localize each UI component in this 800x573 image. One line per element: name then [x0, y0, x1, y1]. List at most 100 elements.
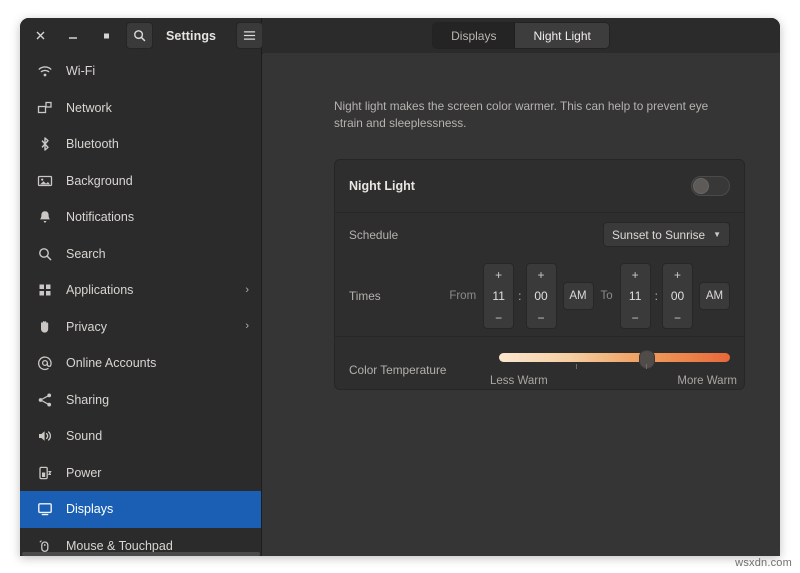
panel-description: Night light makes the screen color warme… [334, 98, 738, 132]
sidebar-item-wifi[interactable]: Wi-Fi [20, 53, 261, 90]
less-warm-label: Less Warm [490, 375, 548, 387]
sidebar-item-label: Privacy [66, 320, 245, 334]
sidebar-item-displays[interactable]: Displays [20, 491, 261, 528]
search-icon [133, 29, 146, 42]
to-hour-increment-button[interactable]: + [621, 264, 650, 285]
header-left-section: Settings [20, 18, 262, 53]
to-label: To [601, 290, 613, 302]
sidebar-item-label: Background [66, 174, 249, 188]
maximize-window-button[interactable] [92, 23, 120, 49]
schedule-label: Schedule [349, 228, 398, 242]
to-minute-spinner[interactable]: + 00 − [662, 263, 693, 329]
sidebar-item-label: Sharing [66, 393, 249, 407]
sidebar-item-sound[interactable]: Sound [20, 418, 261, 455]
sidebar-item-label: Search [66, 247, 249, 261]
sidebar-item-applications[interactable]: Applications › [20, 272, 261, 309]
settings-sidebar[interactable]: Wi-Fi Network Bluetooth [20, 53, 262, 556]
to-hour-spinner[interactable]: + 11 − [620, 263, 651, 329]
sidebar-item-label: Online Accounts [66, 356, 249, 370]
maximize-icon [102, 31, 111, 40]
bell-icon [36, 208, 54, 226]
sidebar-item-label: Bluetooth [66, 137, 249, 151]
chevron-right-icon: › [245, 321, 249, 332]
from-hour-spinner[interactable]: + 11 − [483, 263, 514, 329]
sidebar-item-notifications[interactable]: Notifications [20, 199, 261, 236]
search-icon [36, 245, 54, 263]
sidebar-item-label: Power [66, 466, 249, 480]
sidebar-item-label: Displays [66, 502, 249, 516]
window-title: Settings [166, 29, 216, 43]
grid-apps-icon [36, 281, 54, 299]
from-minute-decrement-button[interactable]: − [527, 307, 556, 328]
sidebar-item-label: Applications [66, 283, 245, 297]
image-icon [36, 172, 54, 190]
sidebar-item-power[interactable]: Power [20, 455, 261, 492]
slider-tick-mid [576, 364, 577, 369]
to-hour-value[interactable]: 11 [621, 285, 650, 307]
toggle-knob [693, 178, 709, 194]
chevron-down-icon: ▼ [713, 231, 721, 239]
sidebar-item-background[interactable]: Background [20, 163, 261, 200]
night-light-settings-card: Night Light Schedule Sunset to Sunrise ▼ [334, 159, 745, 390]
schedule-selected-value: Sunset to Sunrise [612, 228, 705, 242]
night-light-label: Night Light [349, 179, 415, 193]
sidebar-item-label: Notifications [66, 210, 249, 224]
at-sign-icon [36, 354, 54, 372]
bluetooth-icon [36, 135, 54, 153]
from-minute-value[interactable]: 00 [527, 285, 556, 307]
slider-handle[interactable] [640, 351, 654, 368]
to-minute-increment-button[interactable]: + [663, 264, 692, 285]
window-header-bar: Settings Displays Night Light [20, 18, 780, 54]
view-switcher: Displays Night Light [432, 22, 610, 49]
sidebar-item-bluetooth[interactable]: Bluetooth [20, 126, 261, 163]
sidebar-item-network[interactable]: Network [20, 90, 261, 127]
minimize-window-button[interactable] [59, 23, 87, 49]
sidebar-scrollbar[interactable] [22, 552, 260, 556]
from-hour-value[interactable]: 11 [484, 285, 513, 307]
sidebar-item-label: Network [66, 101, 249, 115]
more-warm-label: More Warm [677, 375, 737, 387]
to-minute-value[interactable]: 00 [663, 285, 692, 307]
from-ampm-button[interactable]: AM [563, 282, 594, 310]
settings-window: Settings Displays Night Light [20, 18, 780, 556]
to-time-colon: : [655, 289, 658, 303]
slider-tick-current [646, 364, 647, 369]
share-icon [36, 391, 54, 409]
sidebar-item-label: Mouse & Touchpad [66, 539, 249, 553]
night-light-toggle[interactable] [691, 176, 730, 196]
hand-icon [36, 318, 54, 336]
tab-displays[interactable]: Displays [433, 23, 514, 48]
speaker-icon [36, 427, 54, 445]
sidebar-item-search[interactable]: Search [20, 236, 261, 273]
color-temperature-slider[interactable] [499, 353, 730, 362]
from-minute-spinner[interactable]: + 00 − [526, 263, 557, 329]
to-minute-decrement-button[interactable]: − [663, 307, 692, 328]
main-menu-button[interactable] [236, 22, 263, 49]
from-hour-decrement-button[interactable]: − [484, 307, 513, 328]
search-button[interactable] [126, 22, 153, 49]
night-light-row: Night Light [335, 160, 744, 212]
schedule-dropdown[interactable]: Sunset to Sunrise ▼ [603, 222, 730, 247]
tab-night-light[interactable]: Night Light [515, 23, 608, 48]
battery-icon [36, 464, 54, 482]
sidebar-item-privacy[interactable]: Privacy › [20, 309, 261, 346]
sidebar-item-online-accounts[interactable]: Online Accounts [20, 345, 261, 382]
header-right-section: Displays Night Light [262, 18, 780, 53]
color-temperature-label: Color Temperature [349, 363, 446, 377]
schedule-row: Schedule Sunset to Sunrise ▼ [335, 213, 744, 256]
to-hour-decrement-button[interactable]: − [621, 307, 650, 328]
screen-root: Settings Displays Night Light [0, 0, 800, 573]
network-icon [36, 99, 54, 117]
slider-captions: Less Warm More Warm [499, 375, 730, 389]
sidebar-item-sharing[interactable]: Sharing [20, 382, 261, 419]
minimize-icon [68, 31, 78, 40]
time-controls-group: From + 11 − : + 00 − AM [442, 263, 730, 329]
color-temperature-row: Color Temperature Less Warm More Warm [335, 337, 744, 389]
times-label: Times [349, 289, 381, 303]
close-window-button[interactable] [26, 23, 54, 49]
sidebar-item-label: Wi-Fi [66, 64, 249, 78]
from-time-colon: : [518, 289, 521, 303]
from-hour-increment-button[interactable]: + [484, 264, 513, 285]
to-ampm-button[interactable]: AM [699, 282, 730, 310]
from-minute-increment-button[interactable]: + [527, 264, 556, 285]
